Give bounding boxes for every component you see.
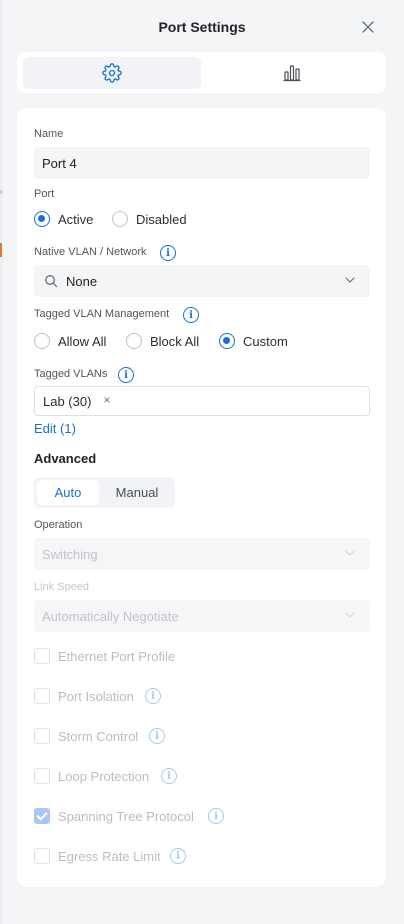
vlan-chip-label: Lab (30) (43, 394, 92, 409)
block-all-label[interactable]: Block All (150, 334, 199, 349)
loop-protection-checkbox (34, 768, 50, 784)
custom-label[interactable]: Custom (243, 334, 288, 349)
spanning-tree-checkbox (34, 808, 50, 824)
background-panel-accent (0, 243, 2, 257)
panel-title: Port Settings (158, 19, 246, 35)
tab-settings[interactable] (23, 57, 201, 89)
native-vlan-select[interactable]: None (34, 265, 370, 297)
tagged-vlans-label: Tagged VLANs (34, 368, 108, 380)
chip-remove-icon[interactable]: × (103, 393, 110, 407)
close-icon[interactable] (358, 17, 378, 37)
custom-radio[interactable] (219, 333, 235, 349)
native-vlan-label: Native VLAN / Network (34, 246, 147, 258)
storm-control-checkbox (34, 728, 50, 744)
vlan-chip: Lab (30) × (41, 392, 113, 411)
panel-header: Port Settings (0, 0, 404, 52)
tagged-vlans-info-icon[interactable]: i (118, 367, 134, 383)
link-speed-label: Link Speed (34, 581, 90, 593)
name-input-value: Port 4 (42, 155, 77, 171)
chevron-down-icon (345, 612, 355, 618)
background-panel-edge (0, 0, 3, 924)
ethernet-port-profile-label: Ethernet Port Profile (58, 649, 176, 664)
edit-vlans-link[interactable]: Edit (1) (34, 421, 76, 436)
port-isolation-label: Port Isolation (58, 689, 134, 704)
port-active-radio[interactable] (34, 211, 50, 227)
port-disabled-radio[interactable] (112, 211, 128, 227)
tagged-mgmt-label: Tagged VLAN Management (34, 308, 170, 320)
storm-control-info-icon[interactable]: i (149, 728, 165, 744)
spanning-tree-info-icon[interactable]: i (208, 808, 224, 824)
port-disabled-label[interactable]: Disabled (136, 212, 187, 227)
port-isolation-checkbox (34, 688, 50, 704)
port-isolation-info-icon[interactable]: i (145, 688, 161, 704)
ethernet-port-profile-checkbox (34, 648, 50, 664)
egress-rate-limit-label: Egress Rate Limit (58, 849, 161, 864)
native-vlan-info-icon[interactable]: i (160, 245, 176, 261)
block-all-radio[interactable] (126, 333, 142, 349)
loop-protection-info-icon[interactable]: i (161, 768, 177, 784)
search-icon (45, 275, 58, 288)
settings-tabs (17, 52, 386, 93)
gear-icon (102, 63, 122, 83)
spanning-tree-label: Spanning Tree Protocol (58, 809, 194, 824)
native-vlan-value: None (66, 273, 98, 289)
port-label: Port (34, 188, 55, 200)
tagged-mgmt-info-icon[interactable]: i (183, 307, 199, 323)
egress-rate-limit-info-icon[interactable]: i (170, 848, 186, 864)
advanced-heading: Advanced (34, 451, 97, 466)
link-speed-select: Automatically Negotiate (34, 600, 370, 632)
bar-chart-icon (283, 65, 301, 82)
storm-control-label: Storm Control (58, 729, 139, 744)
name-label: Name (34, 128, 64, 140)
background-panel-marker (0, 190, 2, 194)
chevron-down-icon (345, 550, 355, 556)
operation-label: Operation (34, 519, 83, 531)
name-input[interactable]: Port 4 (34, 147, 370, 179)
mode-auto-button[interactable]: Auto (37, 480, 99, 505)
operation-select: Switching (34, 538, 370, 570)
egress-rate-limit-checkbox (34, 848, 50, 864)
chevron-down-icon (345, 277, 355, 283)
mode-manual-button[interactable]: Manual (102, 480, 172, 505)
allow-all-label[interactable]: Allow All (58, 334, 106, 349)
tab-statistics[interactable] (203, 57, 381, 89)
link-speed-value: Automatically Negotiate (42, 608, 179, 624)
operation-value: Switching (42, 546, 98, 562)
port-active-label[interactable]: Active (58, 212, 93, 227)
loop-protection-label: Loop Protection (58, 769, 150, 784)
mode-toggle: Auto Manual (34, 477, 175, 508)
tagged-vlans-input[interactable]: Lab (30) × (34, 386, 370, 416)
allow-all-radio[interactable] (34, 333, 50, 349)
